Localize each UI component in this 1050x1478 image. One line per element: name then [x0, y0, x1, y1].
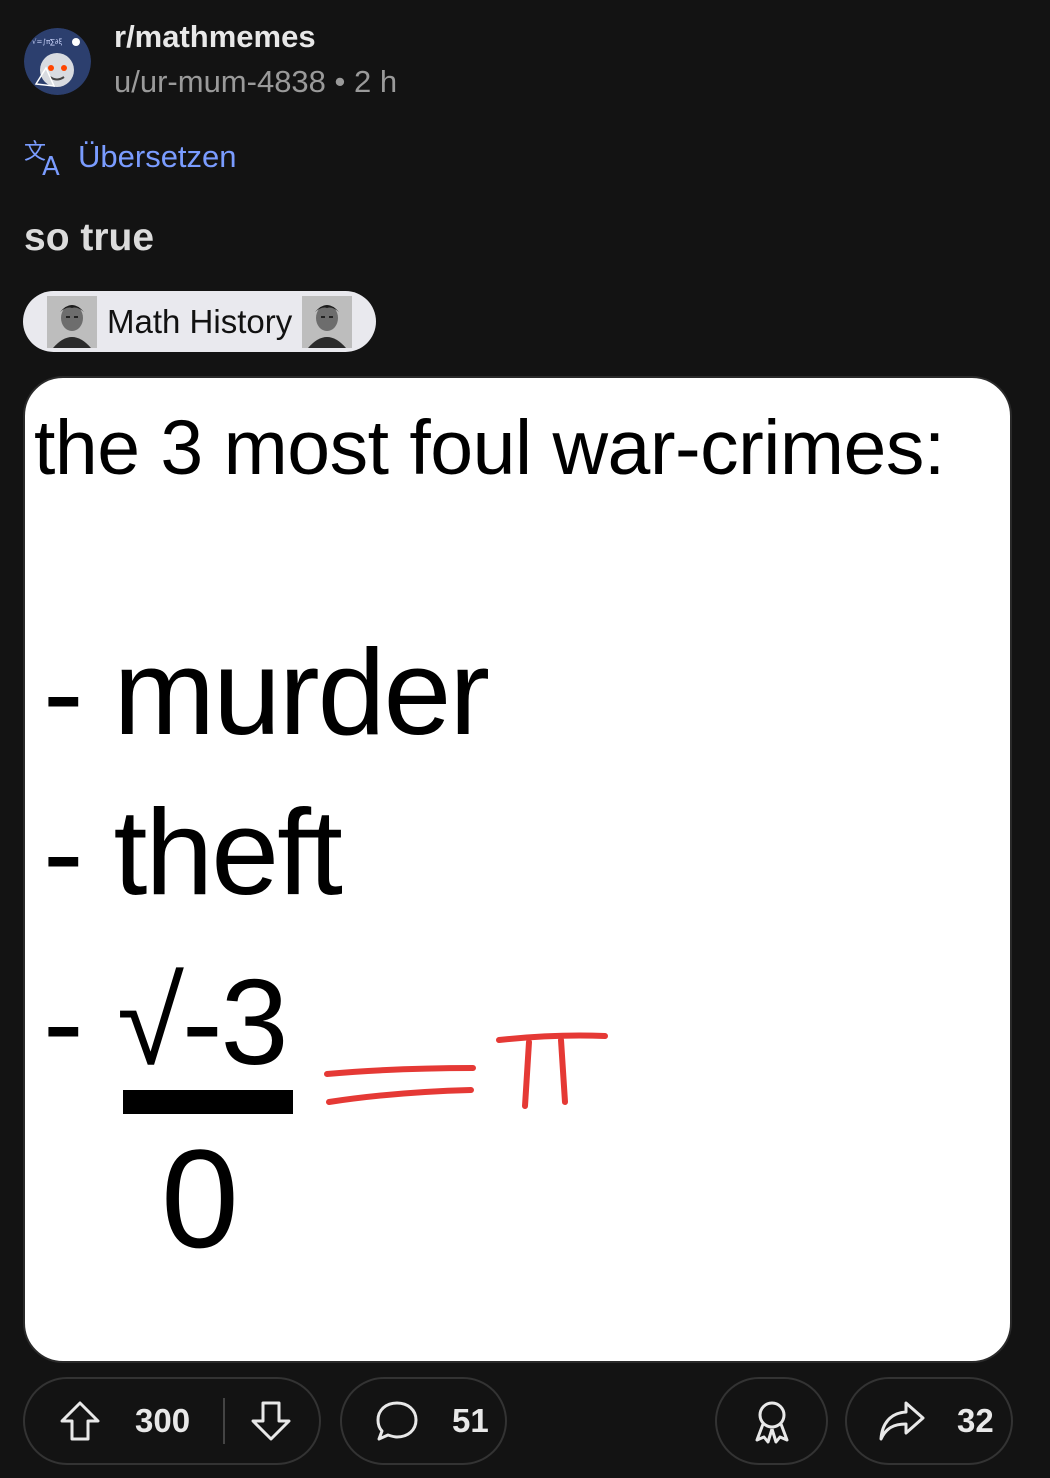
share-arrow-icon	[879, 1401, 925, 1441]
subreddit-avatar-icon: √=∫π∑∂ξ	[24, 28, 91, 95]
comments-button[interactable]: 51	[340, 1377, 507, 1465]
share-icon-wrap	[847, 1399, 957, 1443]
flair-portrait-icon	[47, 295, 97, 348]
author-name[interactable]: u/ur-mum-4838	[114, 64, 326, 99]
post-flair[interactable]: Math History	[23, 291, 377, 352]
award-ribbon-icon	[755, 1401, 788, 1444]
translate-label: Übersetzen	[78, 139, 237, 174]
upvote-button[interactable]	[25, 1399, 135, 1443]
vote-control: 300	[23, 1377, 321, 1465]
downvote-arrow-icon	[251, 1401, 291, 1441]
svg-text:A: A	[42, 152, 60, 177]
meme-item-murder: - murder	[43, 624, 490, 760]
flair-portrait-icon	[302, 295, 353, 348]
award-button[interactable]	[715, 1377, 828, 1465]
comment-icon-wrap	[342, 1399, 452, 1443]
fraction-bar	[123, 1090, 293, 1114]
meta-separator: •	[334, 64, 346, 99]
handwritten-equals-pi-annotation: =π	[324, 1032, 608, 1109]
share-button[interactable]: 32	[845, 1377, 1013, 1465]
subreddit-avatar[interactable]: √=∫π∑∂ξ	[24, 28, 91, 95]
post-meta: u/ur-mum-4838 • 2 h	[114, 64, 397, 100]
flair-label: Math History	[107, 302, 293, 340]
vote-count: 300	[135, 1402, 191, 1439]
translate-button[interactable]: 文 A Übersetzen	[24, 137, 237, 177]
translate-icon: 文 A	[24, 140, 60, 177]
subreddit-name[interactable]: r/mathmemes	[114, 19, 316, 55]
meme-item-theft: - theft	[43, 784, 343, 920]
post-title[interactable]: so true	[24, 216, 154, 260]
downvote-button[interactable]	[225, 1399, 317, 1443]
meme-item-dash: -	[43, 954, 84, 1090]
post-age: 2 h	[354, 64, 398, 99]
post-page: √=∫π∑∂ξ r/mathmemes u/ur-mum-4838 • 2 h …	[0, 0, 1050, 1478]
upvote-arrow-icon	[60, 1401, 100, 1441]
fraction-denominator: 0	[161, 1120, 239, 1277]
comment-count: 51	[452, 1402, 489, 1439]
comment-bubble-icon	[376, 1401, 418, 1441]
meme-heading: the 3 most foul war-crimes:	[34, 405, 945, 491]
share-count: 32	[957, 1402, 994, 1439]
fraction-numerator: √-3	[117, 954, 288, 1090]
svg-text:√=∫π∑∂ξ: √=∫π∑∂ξ	[32, 38, 63, 46]
post-image[interactable]: the 3 most foul war-crimes: - murder - t…	[23, 376, 1012, 1363]
